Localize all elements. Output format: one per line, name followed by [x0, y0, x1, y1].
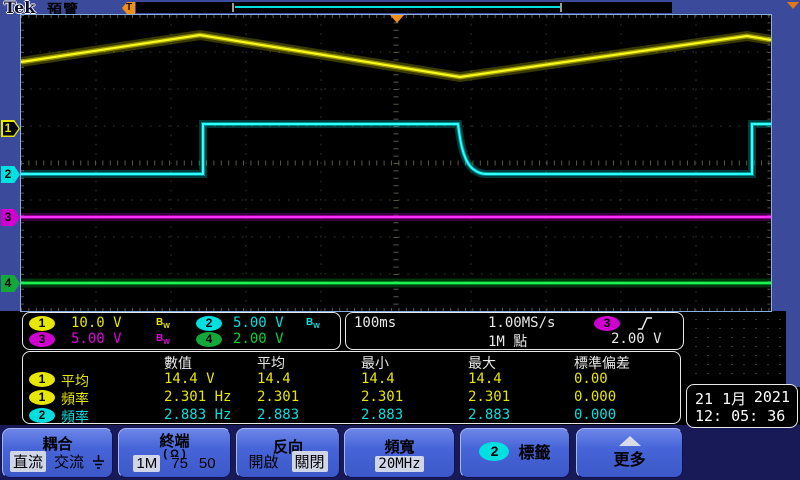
ch4-position-marker[interactable]: 4	[1, 275, 20, 292]
record-window-line	[235, 6, 561, 8]
ch2-position-marker[interactable]: 2	[1, 166, 20, 183]
coupling-option-ground-icon[interactable]	[92, 454, 105, 470]
menu-indicator-icon	[787, 2, 799, 9]
ch1-bw-limit-icon: BW	[156, 317, 170, 330]
ch4-badge: 4	[196, 332, 222, 347]
right-rail	[771, 15, 800, 311]
ch1-position-marker[interactable]: 1	[1, 120, 20, 137]
invert-option-on[interactable]: 開啟	[248, 451, 278, 472]
top-status-bar: Tek 預覽 T	[0, 0, 800, 19]
termination-option-1m[interactable]: 1M	[133, 455, 161, 472]
ch2-scale: 5.00 V	[233, 315, 284, 331]
invert-option-off[interactable]: 關閉	[291, 451, 328, 472]
datetime-box: 21 1月 2021 12: 05: 36	[686, 384, 798, 428]
timebase: 100ms	[354, 315, 397, 331]
ch3-bw-limit-icon: BW	[156, 333, 170, 346]
invert-button[interactable]: 反向 開啟 關閉	[236, 428, 340, 478]
ch3-position-marker[interactable]: 3	[1, 209, 20, 226]
termination-option-50[interactable]: 50	[199, 455, 216, 472]
trigger-level: 2.00 V	[611, 331, 662, 347]
coupling-option-ac[interactable]: 交流	[54, 451, 84, 472]
ch1-scale: 10.0 V	[71, 315, 122, 331]
softkey-menu-bar: 耦合 直流 交流 終端 ( Ω ) 1M 75 50 反向 開啟 關閉 頻寬 2…	[0, 425, 800, 480]
time-label: 12: 05: 36	[695, 407, 786, 425]
window-bracket-left-icon	[232, 3, 234, 12]
label-button[interactable]: 2 標籤	[460, 428, 570, 478]
ch2-bw-limit-icon: BW	[306, 317, 320, 330]
label-ch2-badge: 2	[479, 441, 510, 461]
ch3-scale: 5.00 V	[71, 331, 122, 347]
graticule-dot-patch	[690, 315, 782, 377]
bandwidth-button[interactable]: 頻寬 20MHz	[344, 428, 455, 478]
termination-option-75[interactable]: 75	[171, 455, 188, 472]
graticule-and-waveforms	[20, 15, 772, 311]
year-label: 2021	[753, 388, 790, 406]
more-up-arrow-icon	[618, 436, 641, 446]
measurement-row-ch1-freq: 1 頻率 2.301 Hz 2.301 2.301 2.301 0.000	[23, 389, 680, 408]
record-length: 1M 點	[488, 334, 528, 350]
measurement-table: 數值 平均 最小 最大 標準偏差 1 平均 14.4 V 14.4 14.4 1…	[22, 351, 681, 426]
coupling-button[interactable]: 耦合 直流 交流	[2, 428, 113, 478]
window-bracket-right-icon	[560, 3, 562, 12]
sample-rate: 1.00MS/s	[488, 315, 556, 331]
trigger-slope-rising-icon	[638, 317, 652, 330]
trigger-position-icon[interactable]: T	[122, 2, 135, 14]
right-rail-lower	[786, 311, 800, 387]
ch2-badge: 2	[196, 316, 222, 331]
coupling-option-dc[interactable]: 直流	[9, 451, 46, 472]
measurement-header-row: 數值 平均 最小 最大 標準偏差	[164, 355, 630, 371]
measurement-row-ch2-freq: 2 頻率 2.883 Hz 2.883 2.883 2.883 0.000	[23, 407, 680, 426]
bandwidth-value[interactable]: 20MHz	[375, 456, 424, 472]
termination-button[interactable]: 終端 ( Ω ) 1M 75 50	[118, 428, 231, 478]
more-button[interactable]: 更多	[576, 428, 683, 478]
measurement-row-ch1-mean: 1 平均 14.4 V 14.4 14.4 14.4 0.00	[23, 371, 680, 390]
trigger-source-badge: 3	[594, 316, 620, 331]
date-label: 21 1月	[695, 390, 747, 408]
waveform-display[interactable]	[20, 14, 772, 312]
left-rail	[0, 15, 20, 311]
trigger-time-marker-icon	[390, 15, 404, 23]
oscilloscope-screen: Tek 預覽 T 1 2 3 4 1 10.0 V BW 2 5.00 V BW…	[0, 0, 800, 480]
channel-scale-readout: 1 10.0 V BW 2 5.00 V BW 3 5.00 V BW 4 2.…	[22, 312, 341, 350]
record-view-bar[interactable]	[136, 2, 672, 13]
ch4-scale: 2.00 V	[233, 331, 284, 347]
ch3-badge: 3	[29, 332, 55, 347]
horizontal-trigger-readout: 100ms 1.00MS/s 1M 點 3 2.00 V	[345, 312, 684, 350]
ch1-badge: 1	[29, 316, 55, 331]
